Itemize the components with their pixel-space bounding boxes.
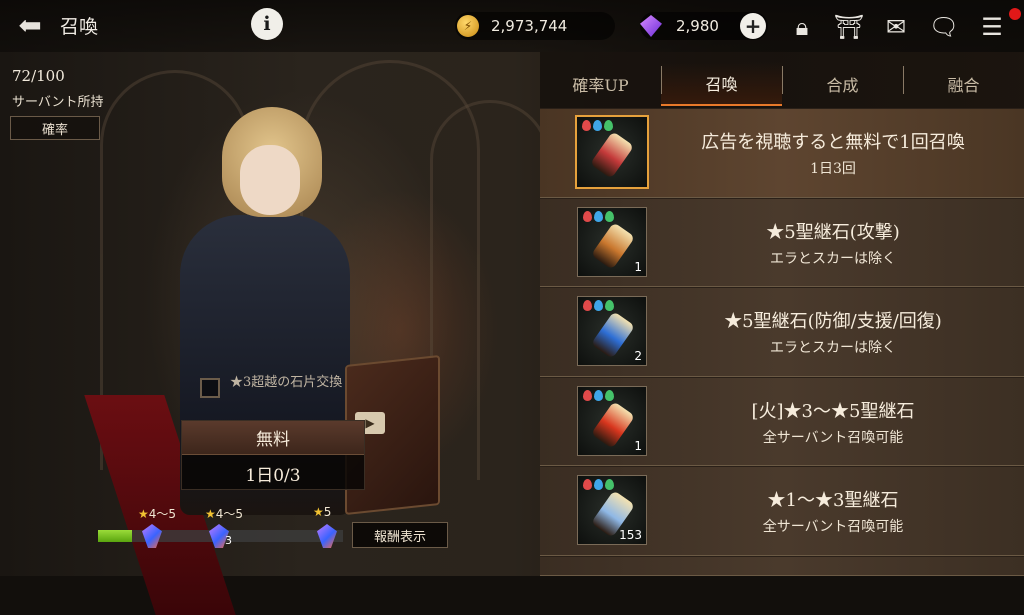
summon-text: 広告を視聴すると無料で1回召喚 1日3回 <box>652 109 1014 197</box>
milestone-3: ★5 <box>313 505 332 519</box>
exchange-option[interactable]: ★3超越の石片交換 <box>200 374 370 398</box>
summon-row[interactable] <box>540 555 1024 576</box>
summon-subtitle: 1日3回 <box>810 161 856 177</box>
summon-subtitle: エラとスカーは除く <box>770 340 896 356</box>
fire-element-icon <box>583 479 592 490</box>
gem-amount: 2,980 <box>676 17 719 35</box>
lock-icon[interactable]: 🔒︎ <box>786 12 818 42</box>
wind-element-icon <box>605 479 614 490</box>
exchange-checkbox[interactable] <box>200 378 220 398</box>
summon-stone-icon: 2 <box>577 296 647 366</box>
daily-limit: 1日0/3 <box>245 465 301 486</box>
water-element-icon <box>594 389 603 401</box>
water-element-icon <box>594 479 603 490</box>
owned-label: サーバント所持 <box>12 95 104 110</box>
summon-subtitle: エラとスカーは除く <box>770 250 896 267</box>
stone-icon <box>590 221 636 270</box>
milestone-2: ★4～5 <box>205 507 244 521</box>
stone-count: 1 <box>634 259 642 274</box>
wind-element-icon <box>605 389 614 401</box>
summon-row[interactable]: 広告を視聴すると無料で1回召喚 1日3回 <box>540 108 1024 198</box>
gold-amount: 2,973,744 <box>491 17 568 35</box>
fire-element-icon <box>583 300 592 311</box>
summon-text: ★1～★3聖継石全サーバント召喚可能 <box>652 467 1014 555</box>
summon-stone-icon: 153 <box>577 475 647 545</box>
summon-text: ★5聖継石(攻撃) エラとスカーは除く <box>652 199 1014 287</box>
fire-element-icon <box>583 389 592 401</box>
gate-icon[interactable]: ⛩︎ <box>833 12 865 42</box>
fire-element-icon <box>582 120 591 131</box>
summon-text: [火]★3～★5聖継石全サーバント召喚可能 <box>652 378 1014 466</box>
element-dots <box>582 120 613 131</box>
reward-count: 3 <box>225 534 232 547</box>
summon-row[interactable]: 153 ★1～★3聖継石全サーバント召喚可能 <box>540 466 1024 556</box>
summon-row[interactable]: 1 [火]★3～★5聖継石全サーバント召喚可能 <box>540 376 1024 466</box>
exchange-label: ★3超越の石片交換 <box>230 375 343 390</box>
tab-synthesis[interactable]: 合成 <box>782 62 903 106</box>
page-title: 召喚 <box>60 16 99 38</box>
wind-element-icon <box>604 120 613 131</box>
gem-counter: 2,980 + <box>640 12 768 40</box>
summon-row[interactable]: 2 ★5聖継石(防御/支援/回復) エラとスカーは除く <box>540 287 1024 377</box>
gold-coin-icon: ⚡ <box>457 15 479 37</box>
notification-dot <box>1009 8 1021 20</box>
character-face <box>240 145 300 215</box>
summon-title: ★5聖継石(攻撃) <box>766 221 900 243</box>
tab-rate-up[interactable]: 確率UP <box>540 62 661 106</box>
stone-icon <box>590 311 636 359</box>
free-label: 無料 <box>182 421 364 455</box>
wind-element-icon <box>605 300 614 311</box>
stone-count: 2 <box>634 349 642 363</box>
stone-count: 1 <box>634 438 642 453</box>
element-dots <box>583 300 614 311</box>
progress-fill <box>98 530 133 542</box>
stone-icon <box>589 131 635 179</box>
water-element-icon <box>594 210 603 222</box>
element-dots <box>583 389 614 401</box>
element-dots <box>583 210 614 222</box>
summon-title: [火]★3～★5聖継石 <box>751 400 915 422</box>
summon-stone-icon: 1 <box>577 206 647 277</box>
back-arrow-icon[interactable]: ⬅ <box>8 9 52 42</box>
summon-row[interactable]: 1 ★5聖継石(攻撃) エラとスカーは除く <box>540 197 1024 287</box>
free-summon-button[interactable]: 無料 1日0/3 <box>181 420 365 490</box>
summon-title: 広告を視聴すると無料で1回召喚 <box>701 132 965 153</box>
reward-display-button[interactable]: 報酬表示 <box>352 522 448 548</box>
summon-text: ★5聖継石(防御/支援/回復) エラとスカーは除く <box>652 288 1014 376</box>
stone-count: 153 <box>619 528 642 542</box>
summon-stone-icon <box>575 115 649 189</box>
summon-title: ★5聖継石(防御/支援/回復) <box>724 311 942 332</box>
summon-tabs: 確率UP 召喚 合成 融合 <box>540 62 1024 106</box>
menu-icon[interactable]: ☰ <box>976 12 1008 42</box>
summon-stone-icon: 1 <box>577 385 647 456</box>
summon-list: 広告を視聴すると無料で1回召喚 1日3回 1 ★5聖継石(攻撃) エラとスカーは除く 2 ★… <box>540 108 1024 576</box>
milestone-1: ★4～5 <box>138 507 177 521</box>
wind-element-icon <box>605 210 614 222</box>
summon-subtitle: 全サーバント召喚可能 <box>762 519 904 535</box>
summon-subtitle: 全サーバント召喚可能 <box>762 429 904 446</box>
arch-decoration <box>430 100 550 480</box>
tab-summon[interactable]: 召喚 <box>661 62 782 106</box>
fire-element-icon <box>583 210 592 222</box>
tab-fusion[interactable]: 融合 <box>903 62 1024 106</box>
element-dots <box>583 479 614 490</box>
add-gems-button[interactable]: + <box>740 13 766 39</box>
stone-icon <box>590 400 636 449</box>
gold-counter: ⚡ 2,973,744 <box>455 12 615 40</box>
water-element-icon <box>594 300 603 311</box>
chat-icon[interactable]: 🗨︎ <box>928 12 960 42</box>
summon-title: ★1～★3聖継石 <box>767 490 899 511</box>
info-button[interactable]: i <box>251 8 283 40</box>
gem-icon <box>640 15 662 37</box>
owned-count: 72/100 <box>12 67 65 85</box>
probability-button[interactable]: 確率 <box>10 116 100 140</box>
water-element-icon <box>593 120 602 131</box>
mail-icon[interactable]: ✉ <box>880 12 912 42</box>
